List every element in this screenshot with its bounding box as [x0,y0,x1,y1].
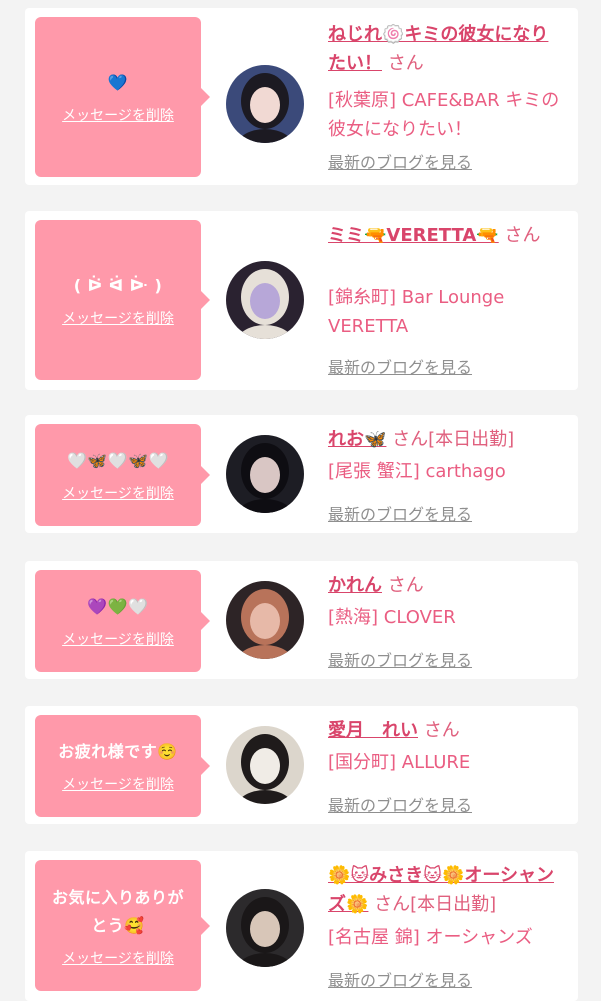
message-bubble: お気に入りありがとう🥰 メッセージを削除 [35,860,210,991]
message-text: ( ᐖ ᐛ ᐕ ) [73,276,163,295]
cast-name-line: 愛月 れい さん [328,716,563,745]
honorific-label: さん [387,53,424,74]
avatar-photo [226,435,304,513]
cast-name-link[interactable]: かれん [328,575,382,596]
message-text: 🤍🦋🤍🦋🤍 [66,451,170,470]
honorific-label: さん[本日出勤] [392,429,515,450]
avatar-photo [226,261,304,339]
avatar[interactable] [226,435,304,513]
message-text: お気に入りありがとう🥰 [51,887,184,935]
latest-blog-link[interactable]: 最新のブログを見る [328,967,472,991]
latest-blog-link[interactable]: 最新のブログを見る [328,792,472,816]
message-card: ( ᐖ ᐛ ᐕ ) メッセージを削除 ミミ🔫VERETTA🔫 さん [錦糸町] … [25,211,578,390]
honorific-label: さん[本日出勤] [374,894,497,915]
delete-message-link[interactable]: メッセージを削除 [62,776,174,794]
latest-blog-link[interactable]: 最新のブログを見る [328,149,472,173]
message-card: 💜💚🤍 メッセージを削除 かれん さん [熱海] CLOVER 最新のブログを見… [25,561,578,679]
message-bubble: お疲れ様です☺️ メッセージを削除 [35,715,210,817]
message-bubble: 💙 メッセージを削除 [35,17,210,177]
cast-info: 愛月 れい さん [国分町] ALLURE 最新のブログを見る [328,716,563,824]
shop-label: [名古屋 錦] オーシャンズ [328,927,533,948]
avatar[interactable] [226,889,304,967]
latest-blog-link[interactable]: 最新のブログを見る [328,501,472,525]
cast-name-line: れお🦋 さん[本日出勤] [328,425,563,454]
cast-name-line: かれん さん [328,571,563,600]
avatar-photo [226,726,304,804]
cast-name-link[interactable]: ミミ🔫VERETTA🔫 [328,225,499,246]
cast-info: かれん さん [熱海] CLOVER 最新のブログを見る [328,571,563,679]
avatar-photo [226,65,304,143]
message-bubble: ( ᐖ ᐛ ᐕ ) メッセージを削除 [35,220,210,380]
message-text: 💙 [107,73,129,92]
cast-name-link[interactable]: 愛月 れい [328,720,418,741]
avatar-photo [226,581,304,659]
honorific-label: さん [387,575,424,596]
avatar-photo [226,889,304,967]
message-card: 🤍🦋🤍🦋🤍 メッセージを削除 れお🦋 さん[本日出勤] [尾張 蟹江] cart… [25,415,578,533]
cast-name-link[interactable]: れお🦋 [328,429,386,450]
message-card: お疲れ様です☺️ メッセージを削除 愛月 れい さん [国分町] ALLURE … [25,706,578,824]
shop-label: [熱海] CLOVER [328,607,456,628]
cast-info: ねじれ🍥キミの彼女になりたい！ さん [秋葉原] CAFE&BAR キミの彼女に… [328,20,563,185]
message-text: お疲れ様です☺️ [58,742,178,761]
delete-message-link[interactable]: メッセージを削除 [62,310,174,328]
delete-message-link[interactable]: メッセージを削除 [62,631,174,649]
honorific-label: さん [504,225,541,246]
delete-message-link[interactable]: メッセージを削除 [62,950,174,968]
avatar[interactable] [226,65,304,143]
message-card: お気に入りありがとう🥰 メッセージを削除 🌼🐱みさき🐱🌼オーシャンズ🌼 さん[本… [25,851,578,1001]
delete-message-link[interactable]: メッセージを削除 [62,107,174,125]
cast-name-line: ねじれ🍥キミの彼女になりたい！ さん [328,20,560,78]
honorific-label: さん [423,720,460,741]
cast-info: ミミ🔫VERETTA🔫 さん [錦糸町] Bar Lounge VERETTA … [328,221,563,390]
message-bubble: 💜💚🤍 メッセージを削除 [35,570,210,672]
shop-label: [錦糸町] Bar Lounge VERETTA [328,287,505,337]
shop-label: [尾張 蟹江] carthago [328,461,506,482]
delete-message-link[interactable]: メッセージを削除 [62,485,174,503]
avatar[interactable] [226,726,304,804]
latest-blog-link[interactable]: 最新のブログを見る [328,647,472,671]
cast-info: 🌼🐱みさき🐱🌼オーシャンズ🌼 さん[本日出勤] [名古屋 錦] オーシャンズ 最… [328,861,563,1001]
message-bubble: 🤍🦋🤍🦋🤍 メッセージを削除 [35,424,210,526]
cast-name-line: 🌼🐱みさき🐱🌼オーシャンズ🌼 さん[本日出勤] [328,861,563,919]
cast-name-link[interactable]: ねじれ🍥キミの彼女になりたい！ [328,24,548,74]
cast-info: れお🦋 さん[本日出勤] [尾張 蟹江] carthago 最新のブログを見る [328,425,563,533]
avatar[interactable] [226,581,304,659]
latest-blog-link[interactable]: 最新のブログを見る [328,354,472,378]
message-card: 💙 メッセージを削除 ねじれ🍥キミの彼女になりたい！ さん [秋葉原] CAFE… [25,8,578,185]
cast-name-line: ミミ🔫VERETTA🔫 さん [328,221,563,250]
avatar[interactable] [226,261,304,339]
shop-label: [国分町] ALLURE [328,752,471,773]
message-text: 💜💚🤍 [87,597,149,616]
shop-label: [秋葉原] CAFE&BAR キミの彼女になりたい！ [328,90,560,140]
